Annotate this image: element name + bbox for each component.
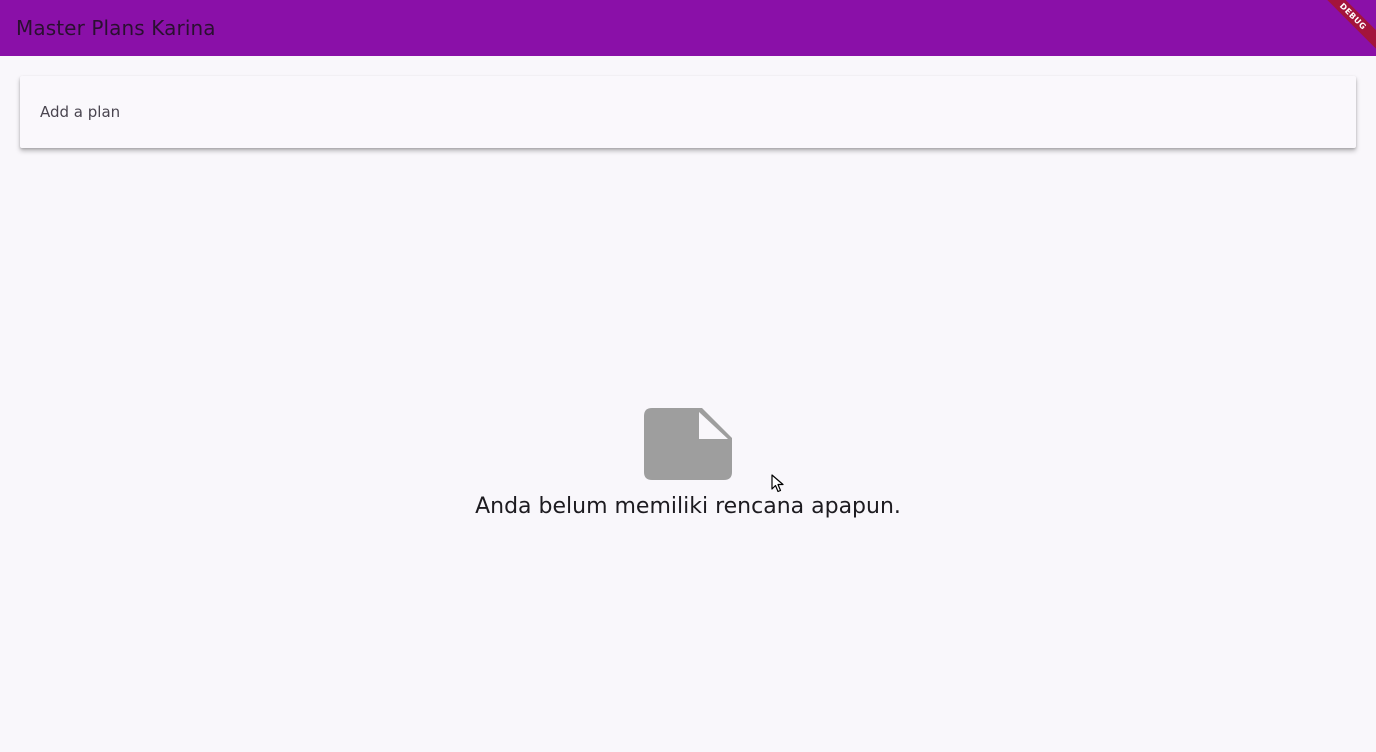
add-plan-input[interactable] <box>20 76 1356 148</box>
empty-message: Anda belum memiliki rencana apapun. <box>475 494 901 519</box>
add-plan-card <box>20 76 1356 148</box>
app-title: Master Plans Karina <box>16 16 216 40</box>
app-bar: Master Plans Karina <box>0 0 1376 56</box>
mouse-cursor-icon <box>771 474 784 493</box>
empty-state: Anda belum memiliki rencana apapun. <box>0 408 1376 519</box>
note-icon <box>644 408 732 480</box>
